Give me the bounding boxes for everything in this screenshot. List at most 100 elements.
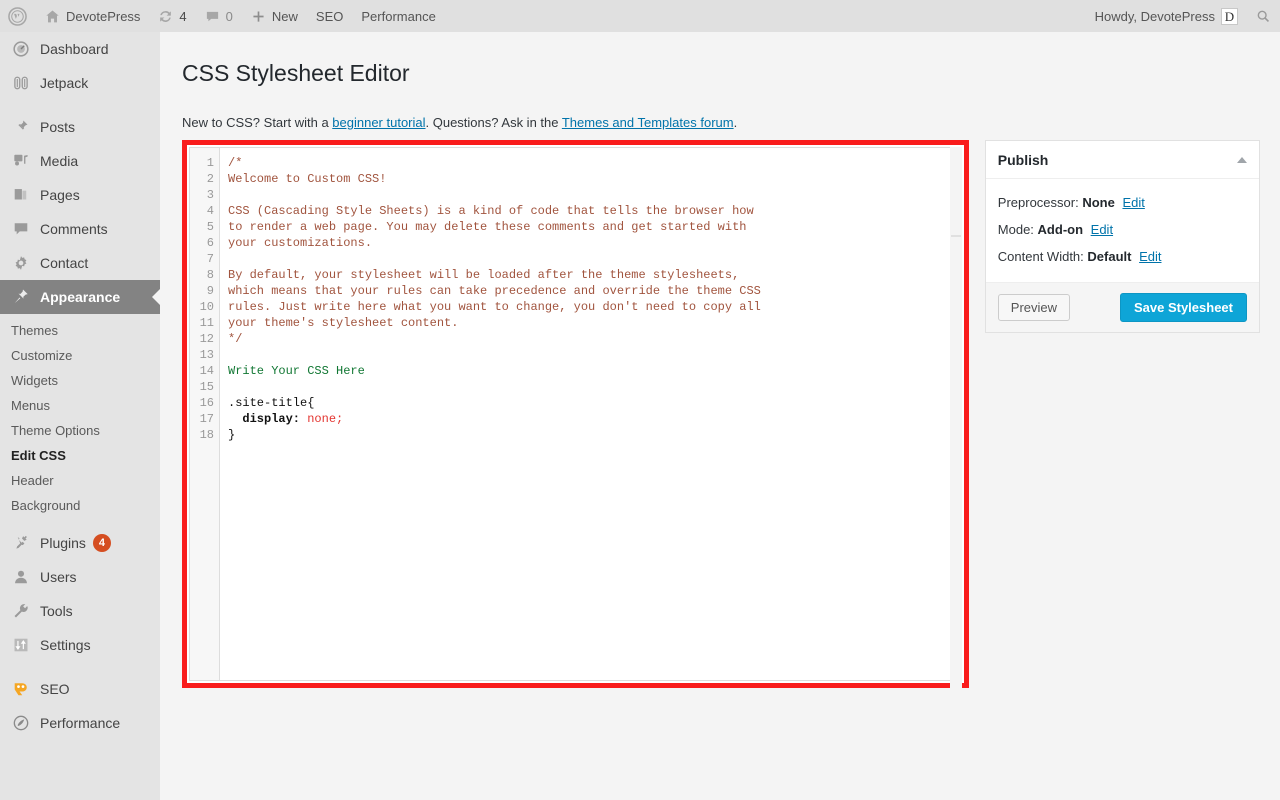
code-line: to render a web page. You may delete the…: [228, 219, 961, 235]
adminbar-performance-label: Performance: [361, 9, 435, 24]
sidebar-item-media[interactable]: Media: [0, 144, 160, 178]
line-number: 7: [190, 251, 219, 267]
preview-button[interactable]: Preview: [998, 294, 1070, 321]
sidebar-item-header[interactable]: Header: [0, 468, 160, 493]
adminbar-performance[interactable]: Performance: [352, 0, 444, 32]
code-line: your theme's stylesheet content.: [228, 315, 961, 331]
sidebar-item-performance[interactable]: Performance: [0, 706, 160, 740]
active-menu-arrow: [152, 289, 160, 305]
sidebar-item-contact[interactable]: Contact: [0, 246, 160, 280]
editor-and-sidebar: 123456789101112131415161718 /*Welcome to…: [182, 140, 1260, 688]
dashboard-icon: [11, 39, 31, 59]
sidebar-item-settings[interactable]: Settings: [0, 628, 160, 662]
sidebar-item-theme-options[interactable]: Theme Options: [0, 418, 160, 443]
sidebar-item-appearance[interactable]: Appearance: [0, 280, 160, 314]
editor-line-numbers: 123456789101112131415161718: [190, 148, 220, 680]
sidebar-item-posts[interactable]: Posts: [0, 110, 160, 144]
sidebar-item-widgets[interactable]: Widgets: [0, 368, 160, 393]
media-icon: [11, 151, 31, 171]
publish-row-mode: Mode: Add-on Edit: [998, 216, 1247, 243]
row-value: Default: [1087, 249, 1131, 264]
line-number: 14: [190, 363, 219, 379]
code-line: }: [228, 427, 961, 443]
sidebar-item-plugins[interactable]: Plugins 4: [0, 526, 160, 560]
code-line: [228, 187, 961, 203]
home-icon: [45, 9, 60, 24]
publish-panel-footer: Preview Save Stylesheet: [986, 282, 1259, 332]
sidebar-item-label: Media: [40, 153, 78, 169]
sidebar-item-comments[interactable]: Comments: [0, 212, 160, 246]
wordpress-logo-icon: [8, 7, 27, 26]
adminbar-search[interactable]: [1247, 0, 1280, 32]
line-number: 5: [190, 219, 219, 235]
sidebar-item-jetpack[interactable]: Jetpack: [0, 66, 160, 100]
sidebar-item-themes[interactable]: Themes: [0, 318, 160, 343]
sidebar-item-label: Jetpack: [40, 75, 88, 91]
css-editor-focus-highlight: 123456789101112131415161718 /*Welcome to…: [182, 140, 969, 688]
sidebar-item-users[interactable]: Users: [0, 560, 160, 594]
code-line: which means that your rules can take pre…: [228, 283, 961, 299]
line-number: 4: [190, 203, 219, 219]
editor-code-area[interactable]: /*Welcome to Custom CSS! CSS (Cascading …: [220, 148, 961, 680]
publish-panel-header[interactable]: Publish: [986, 141, 1259, 179]
pin-icon: [11, 117, 31, 137]
sidebar-item-background[interactable]: Background: [0, 493, 160, 518]
code-line: By default, your stylesheet will be load…: [228, 267, 961, 283]
adminbar-comments-count: 0: [226, 9, 233, 24]
code-line: display: none;: [228, 411, 961, 427]
adminbar-updates[interactable]: 4: [149, 0, 195, 32]
sidebar-group-admin: Plugins 4 Users Tools: [0, 526, 160, 662]
adminbar-updates-count: 4: [179, 9, 186, 24]
updates-icon: [158, 9, 173, 24]
code-line: .site-title{: [228, 395, 961, 411]
sidebar-item-label: Pages: [40, 187, 80, 203]
publish-panel: Publish Preprocessor: None Edit Mode: Ad…: [985, 140, 1260, 333]
sidebar-item-customize[interactable]: Customize: [0, 343, 160, 368]
appearance-brush-icon: [11, 287, 31, 307]
beginner-tutorial-link[interactable]: beginner tutorial: [332, 115, 425, 130]
line-number: 10: [190, 299, 219, 315]
sidebar-item-dashboard[interactable]: Dashboard: [0, 32, 160, 66]
sidebar-item-label: SEO: [40, 681, 70, 697]
adminbar-wp-logo[interactable]: [0, 0, 36, 32]
save-stylesheet-button[interactable]: Save Stylesheet: [1120, 293, 1247, 322]
sidebar-item-label: Performance: [40, 715, 120, 731]
adminbar-seo[interactable]: SEO: [307, 0, 352, 32]
code-line: Write Your CSS Here: [228, 363, 961, 379]
publish-panel-title: Publish: [998, 152, 1049, 168]
triangle-up-icon[interactable]: [1237, 157, 1247, 163]
search-icon: [1256, 9, 1271, 24]
intro-part-3: .: [734, 115, 738, 130]
edit-content-width-link[interactable]: Edit: [1139, 249, 1161, 264]
adminbar-comments[interactable]: 0: [196, 0, 242, 32]
line-number: 1: [190, 155, 219, 171]
adminbar-my-account[interactable]: Howdy, DevotePress D: [1086, 0, 1247, 32]
line-number: 3: [190, 187, 219, 203]
sidebar-item-tools[interactable]: Tools: [0, 594, 160, 628]
css-editor[interactable]: 123456789101112131415161718 /*Welcome to…: [189, 147, 962, 681]
row-value: Add-on: [1038, 222, 1083, 237]
pages-icon: [11, 185, 31, 205]
edit-mode-link[interactable]: Edit: [1091, 222, 1113, 237]
sidebar-item-menus[interactable]: Menus: [0, 393, 160, 418]
sidebar-item-pages[interactable]: Pages: [0, 178, 160, 212]
adminbar-new[interactable]: New: [242, 0, 307, 32]
performance-icon: [11, 713, 31, 733]
status-badge: 4: [93, 534, 111, 552]
scrollbar-thumb[interactable]: [951, 235, 961, 237]
adminbar-site-name-label: DevotePress: [66, 9, 140, 24]
code-line: [228, 251, 961, 267]
line-number: 9: [190, 283, 219, 299]
user-icon: [11, 567, 31, 587]
sidebar-item-label: Settings: [40, 637, 91, 653]
sidebar-item-seo[interactable]: SEO: [0, 672, 160, 706]
adminbar-site-name[interactable]: DevotePress: [36, 0, 149, 32]
sidebar-item-edit-css[interactable]: Edit CSS: [0, 443, 160, 468]
themes-templates-forum-link[interactable]: Themes and Templates forum: [562, 115, 734, 130]
code-line: [228, 347, 961, 363]
editor-vertical-scrollbar[interactable]: [950, 147, 962, 691]
line-number: 17: [190, 411, 219, 427]
edit-preprocessor-link[interactable]: Edit: [1122, 195, 1144, 210]
row-label: Preprocessor:: [998, 195, 1079, 210]
row-value: None: [1082, 195, 1115, 210]
